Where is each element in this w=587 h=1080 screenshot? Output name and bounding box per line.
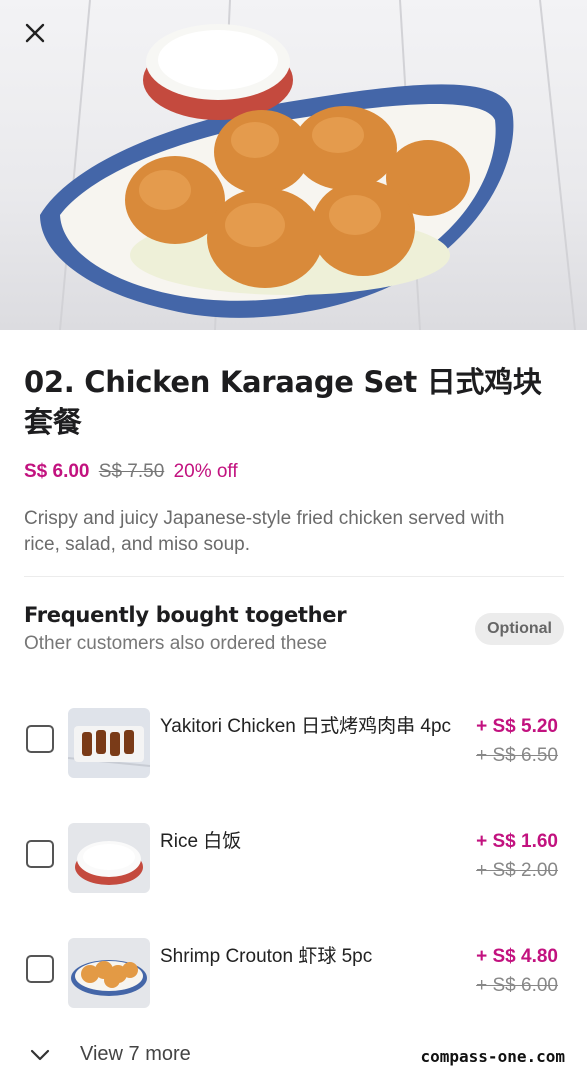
fbt-item-price: + S$ 5.20 + S$ 6.50 bbox=[476, 712, 558, 770]
view-more-label: View 7 more bbox=[80, 1043, 191, 1065]
close-icon bbox=[25, 23, 45, 43]
original-price: S$ 7.50 bbox=[98, 461, 165, 482]
fbt-item-rice[interactable]: Rice 白饭 + S$ 1.60 + S$ 2.00 bbox=[24, 815, 564, 930]
fbt-item-name: Rice 白饭 bbox=[160, 831, 242, 852]
chevron-down-icon bbox=[30, 1049, 50, 1060]
fbt-checkbox-rice[interactable] bbox=[26, 840, 54, 868]
fbt-item-name: Yakitori Chicken 日式烤鸡肉串 4pc bbox=[160, 716, 452, 737]
product-title: 02. Chicken Karaage Set 日式鸡块套餐 bbox=[24, 365, 542, 439]
product-info: 02. Chicken Karaage Set 日式鸡块套餐 S$ 6.00 S… bbox=[24, 330, 564, 558]
shrimp-thumbnail bbox=[68, 938, 150, 1008]
current-price: S$ 6.00 bbox=[24, 461, 90, 482]
price-row: S$ 6.00 S$ 7.50 20% off bbox=[24, 460, 564, 484]
watermark: compass-one.com bbox=[420, 1047, 566, 1066]
fbt-price-new: + S$ 1.60 bbox=[476, 831, 558, 852]
product-description: Crispy and juicy Japanese-style fried ch… bbox=[24, 508, 505, 555]
fbt-item-shrimp[interactable]: Shrimp Crouton 虾球 5pc + S$ 4.80 + S$ 6.0… bbox=[24, 930, 564, 1045]
fbt-header: Frequently bought together Other custome… bbox=[24, 603, 564, 655]
fbt-checkbox-shrimp[interactable] bbox=[26, 955, 54, 983]
rice-thumbnail bbox=[68, 823, 150, 893]
fbt-item-name: Shrimp Crouton 虾球 5pc bbox=[160, 946, 373, 967]
discount-label: 20% off bbox=[173, 461, 238, 482]
view-more-button[interactable]: View 7 more bbox=[30, 1043, 191, 1066]
fbt-price-old: + S$ 6.00 bbox=[476, 975, 558, 996]
yakitori-thumbnail bbox=[68, 708, 150, 778]
section-divider bbox=[24, 576, 564, 577]
product-hero-image bbox=[0, 0, 587, 330]
fbt-item-yakitori[interactable]: Yakitori Chicken 日式烤鸡肉串 4pc + S$ 5.20 + … bbox=[24, 700, 564, 815]
close-button[interactable] bbox=[24, 22, 68, 58]
fbt-price-old: + S$ 6.50 bbox=[476, 745, 558, 766]
fbt-price-new: + S$ 5.20 bbox=[476, 716, 558, 737]
fbt-checkbox-yakitori[interactable] bbox=[26, 725, 54, 753]
fbt-item-price: + S$ 4.80 + S$ 6.00 bbox=[476, 942, 558, 1000]
fbt-price-new: + S$ 4.80 bbox=[476, 946, 558, 967]
fbt-list: Yakitori Chicken 日式烤鸡肉串 4pc + S$ 5.20 + … bbox=[24, 700, 564, 1045]
optional-badge: Optional bbox=[475, 613, 564, 645]
chicken-karaage-photo bbox=[40, 0, 576, 330]
fbt-price-old: + S$ 2.00 bbox=[476, 860, 558, 881]
fbt-item-price: + S$ 1.60 + S$ 2.00 bbox=[476, 827, 558, 885]
